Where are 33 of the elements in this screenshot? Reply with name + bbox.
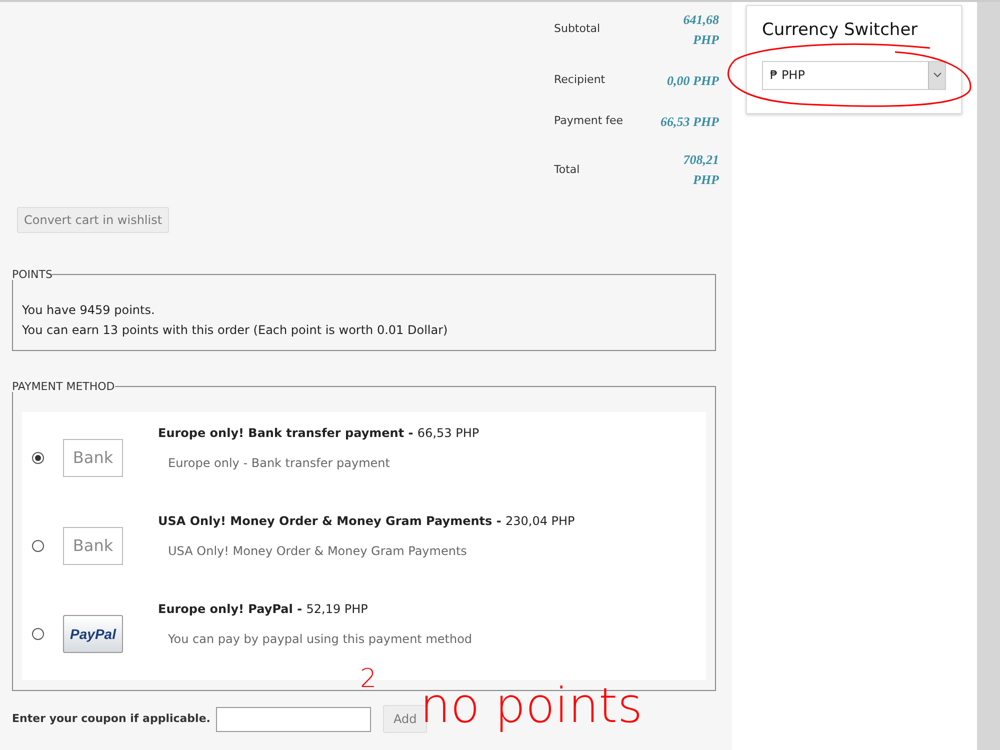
currency-select[interactable]: ₱ PHP — [762, 60, 946, 90]
panel-title: Currency Switcher — [762, 19, 919, 42]
method-description: USA Only! Money Order & Money Gram Payments — [168, 543, 467, 560]
section-legend: POINTS — [12, 269, 52, 280]
method-title: USA Only! Money Order & Money Gram Payments - 230,04 PHP — [158, 513, 575, 530]
total-value: 0,00 PHP — [666, 72, 719, 90]
total-label: Subtotal — [554, 21, 600, 38]
total-value: 66,53 PHP — [660, 112, 719, 130]
method-title: Europe only! PayPal - 52,19 PHP — [158, 601, 368, 618]
points-text: You can earn 13 points with this order (Each point is worth 0.01 Dollar) — [22, 322, 448, 339]
method-description: Europe only - Bank transfer payment — [168, 455, 390, 472]
chevron-down-icon — [932, 72, 942, 78]
total-label: Payment fee — [554, 113, 624, 130]
handwritten-note: 2 — [360, 666, 377, 692]
radio-button[interactable] — [32, 452, 44, 464]
total-value: 708,21 PHP — [682, 151, 719, 189]
radio-button[interactable] — [32, 628, 44, 640]
paypal-logo: PayPal — [63, 615, 123, 653]
points-text: You have 9459 points. — [22, 302, 155, 319]
radio-button[interactable] — [32, 540, 44, 552]
scrollbar-track[interactable] — [977, 2, 1000, 750]
coupon-field[interactable] — [216, 706, 372, 732]
add-button[interactable]: Add — [383, 705, 427, 733]
coupon-label: Enter your coupon if applicable. — [12, 710, 210, 727]
method-title: Europe only! Bank transfer payment - 66,53 PHP — [158, 425, 480, 442]
bank-logo: Bank — [63, 439, 123, 477]
method-description: You can pay by paypal using this payment method — [168, 631, 472, 648]
total-label: Total — [554, 162, 580, 178]
convert-to-wishlist-button[interactable]: Convert cart in wishlist — [17, 207, 170, 233]
total-value: 641,68 PHP — [682, 10, 719, 48]
section-legend: PAYMENT METHOD — [12, 381, 115, 392]
total-label: Recipient — [554, 72, 606, 88]
bank-logo: Bank — [63, 527, 123, 565]
